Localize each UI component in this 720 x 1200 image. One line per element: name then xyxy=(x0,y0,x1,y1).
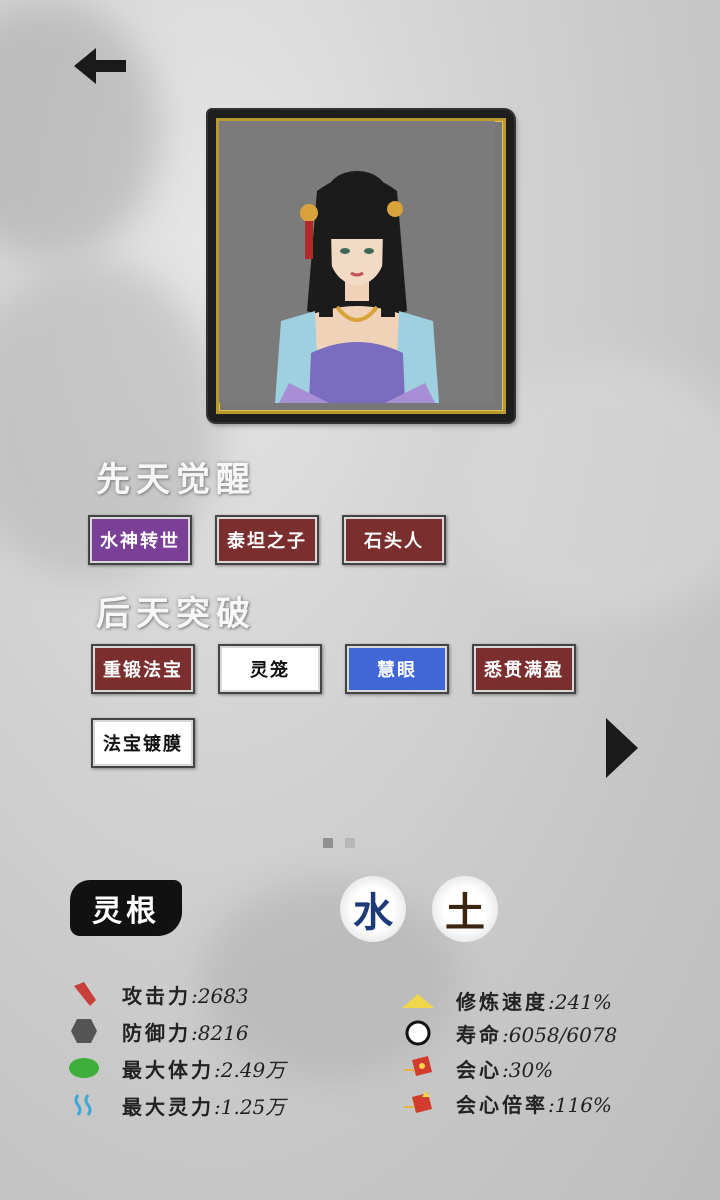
stat-lifespan-label: 寿命 xyxy=(456,1022,502,1047)
page-indicator-dot-1[interactable] xyxy=(323,838,333,848)
stat-crit-multiplier: 会心倍率:116% xyxy=(400,1085,612,1121)
stat-cultivation-speed-label: 修炼速度 xyxy=(456,989,548,1014)
stat-crit-multiplier-label: 会心倍率 xyxy=(456,1092,548,1117)
acquired-trait-wise-eye[interactable]: 慧眼 xyxy=(345,644,449,694)
character-portrait xyxy=(216,118,506,414)
spirit-root-label: 灵根 xyxy=(70,880,182,936)
element-water-badge: 水 xyxy=(340,876,406,942)
innate-trait-stone-man[interactable]: 石头人 xyxy=(342,515,446,565)
defense-icon xyxy=(66,1013,102,1049)
innate-awakening-title: 先天觉醒 xyxy=(96,460,256,500)
next-page-arrow-icon[interactable] xyxy=(604,716,640,780)
stat-defense-value: :8216 xyxy=(191,1020,249,1045)
stat-cultivation-speed: 修炼速度:241% xyxy=(400,982,612,1018)
crit-icon xyxy=(400,1050,436,1086)
stat-max-spirit: 最大灵力:1.25万 xyxy=(66,1087,285,1123)
stat-max-spirit-label: 最大灵力 xyxy=(122,1094,214,1119)
stat-cultivation-speed-value: :241% xyxy=(548,989,612,1014)
stat-defense: 防御力:8216 xyxy=(66,1013,249,1049)
cultivation-speed-icon xyxy=(400,982,436,1018)
stat-lifespan-value: :6058/6078 xyxy=(502,1022,618,1047)
stat-crit-label: 会心 xyxy=(456,1057,502,1082)
acquired-trait-reforge-treasure[interactable]: 重锻法宝 xyxy=(91,644,195,694)
character-portrait-image xyxy=(219,121,495,403)
innate-trait-water-god[interactable]: 水神转世 xyxy=(88,515,192,565)
stat-lifespan: 寿命:6058/6078 xyxy=(400,1015,617,1051)
stat-max-stamina: 最大体力:2.49万 xyxy=(66,1050,285,1086)
stat-defense-label: 防御力 xyxy=(122,1020,191,1045)
stamina-icon xyxy=(66,1050,102,1086)
acquired-trait-full-accumulation[interactable]: 悉贯满盈 xyxy=(472,644,576,694)
stat-max-stamina-value: :2.49万 xyxy=(214,1057,286,1082)
attack-icon xyxy=(66,976,102,1012)
stat-max-spirit-value: :1.25万 xyxy=(214,1094,286,1119)
stat-crit-multiplier-value: :116% xyxy=(548,1092,612,1117)
acquired-trait-spirit-cage[interactable]: 灵笼 xyxy=(218,644,322,694)
spirit-power-icon xyxy=(66,1087,102,1123)
crit-multiplier-icon xyxy=(400,1085,436,1121)
back-arrow-icon[interactable] xyxy=(70,44,130,88)
acquired-trait-treasure-coating[interactable]: 法宝镀膜 xyxy=(91,718,195,768)
lifespan-icon xyxy=(400,1015,436,1051)
page-indicator-dot-2[interactable] xyxy=(345,838,355,848)
innate-trait-titan-son[interactable]: 泰坦之子 xyxy=(215,515,319,565)
stat-max-stamina-label: 最大体力 xyxy=(122,1057,214,1082)
character-portrait-frame xyxy=(208,110,514,422)
stat-attack-label: 攻击力 xyxy=(122,983,191,1008)
stat-crit: 会心:30% xyxy=(400,1050,553,1086)
stat-attack-value: :2683 xyxy=(191,983,249,1008)
stat-attack: 攻击力:2683 xyxy=(66,976,249,1012)
acquired-breakthrough-title: 后天突破 xyxy=(96,594,256,634)
element-earth-badge: 土 xyxy=(432,876,498,942)
stat-crit-value: :30% xyxy=(502,1057,554,1082)
